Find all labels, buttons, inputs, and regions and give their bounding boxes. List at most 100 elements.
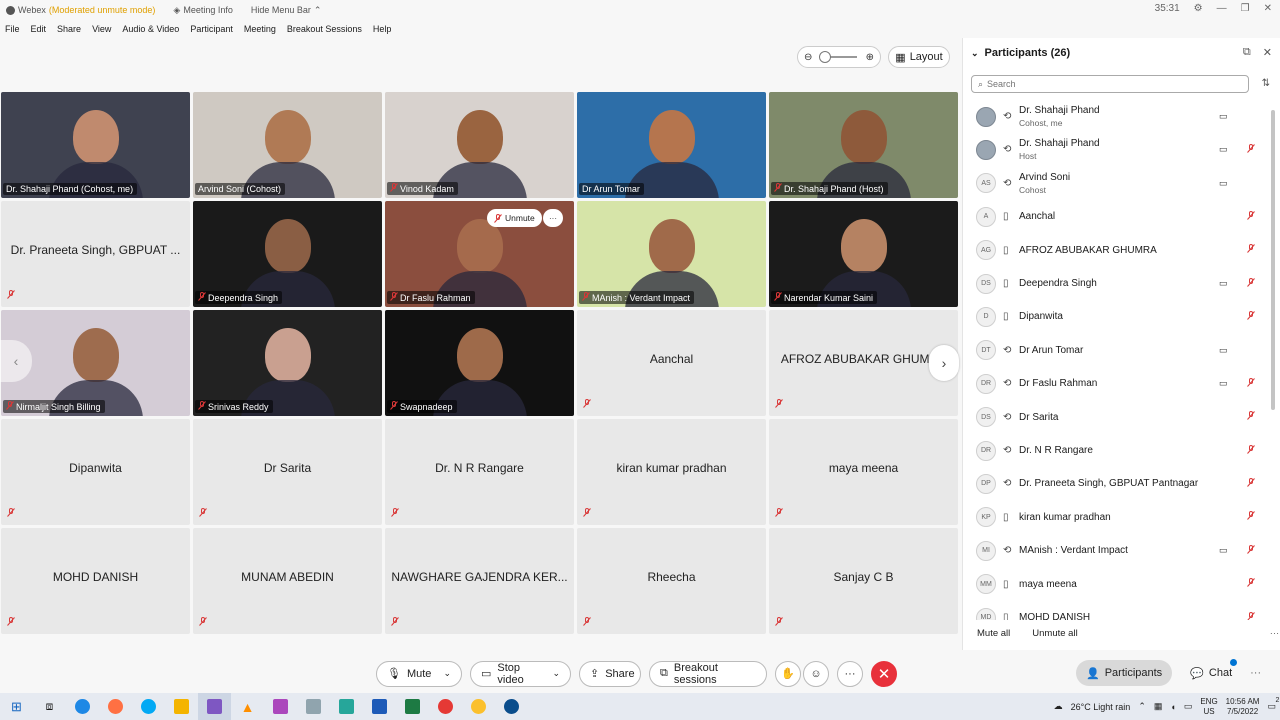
skype-icon[interactable] [132,693,165,720]
video-tile[interactable]: Dr. Praneeta Singh, GBPUAT ... [1,201,190,307]
weather-label[interactable]: 26°C Light rain [1071,702,1131,712]
video-tile[interactable]: maya meena [769,419,958,525]
muted-mic-icon[interactable] [1247,444,1255,457]
menu-audio-video[interactable]: Audio & Video [122,24,179,34]
video-tile[interactable]: Srinivas Reddy [193,310,382,416]
popout-icon[interactable]: ⧉ [1243,46,1251,59]
search-input[interactable] [987,79,1228,89]
edge-icon[interactable] [66,693,99,720]
menu-edit[interactable]: Edit [31,24,47,34]
hide-menu-bar-button[interactable]: Hide Menu Bar ⌃ [251,5,322,16]
maximize-icon[interactable]: ❐ [1241,3,1250,14]
meeting-info-button[interactable]: ◈ Meeting Info [173,5,232,16]
video-tile[interactable]: MOHD DANISH [1,528,190,634]
zoom-track[interactable] [819,51,857,63]
participant-row[interactable]: MI ⟲ MAnish : Verdant Impact ▭ [963,534,1269,567]
zoom-knob[interactable] [819,51,831,63]
participant-row[interactable]: DP ⟲ Dr. Praneeta Singh, GBPUAT Pantnagar [963,467,1269,500]
participants-header[interactable]: ⌄ Participants (26) [971,47,1070,59]
more-options-button[interactable]: ··· [837,660,863,687]
volume-icon[interactable]: ◖ [1170,702,1175,712]
muted-mic-icon[interactable] [1247,377,1255,390]
video-tile[interactable]: Rheecha [577,528,766,634]
participant-row[interactable]: A ▯ Aanchal [963,200,1269,233]
terminal-icon[interactable] [330,693,363,720]
scrollbar-thumb[interactable] [1271,110,1275,410]
notification-icon[interactable]: ▭ 2 [1267,697,1279,712]
video-tile[interactable]: MUNAM ABEDIN [193,528,382,634]
video-tile[interactable]: Sanjay C B [769,528,958,634]
muted-mic-icon[interactable] [1247,277,1255,290]
reactions-button[interactable]: ☺ [803,660,829,687]
participant-row[interactable]: DR ⟲ Dr. N R Rangare [963,434,1269,467]
participant-list-scrollbar[interactable] [1270,100,1276,620]
task-view-icon[interactable]: ⧈ [33,693,66,720]
zoom-out-icon[interactable]: ⊖ [804,52,812,63]
excel-icon[interactable] [396,693,429,720]
participant-row[interactable]: AS ⟲ Arvind Soni Cohost ▭ [963,167,1269,200]
muted-mic-icon[interactable] [1247,143,1255,156]
muted-mic-icon[interactable] [1247,544,1255,557]
webex-meetings-icon[interactable] [495,693,528,720]
muted-mic-icon[interactable] [1247,310,1255,323]
webex-taskbar-icon[interactable] [198,693,231,720]
participant-row[interactable]: DR ⟲ Dr Faslu Rahman ▭ [963,367,1269,400]
firefox-icon[interactable] [99,693,132,720]
menu-breakout-sessions[interactable]: Breakout Sessions [287,24,362,34]
video-tile[interactable]: Dr Sarita [193,419,382,525]
participant-row[interactable]: KP ▯ kiran kumar pradhan [963,501,1269,534]
zoom-slider[interactable]: ⊖ ⊕ [797,46,881,68]
chevron-down-icon[interactable]: ⌄ [443,668,451,679]
sort-icon[interactable]: ⇅ [1262,78,1270,89]
file-manager-icon[interactable] [165,693,198,720]
stop-video-button[interactable]: ▭ Stop video ⌄ [470,660,571,687]
chevron-down-icon[interactable]: ⌄ [552,668,560,679]
windows-start-icon[interactable]: ⊞ [0,693,33,720]
participant-row[interactable]: AG ▯ AFROZ ABUBAKAR GHUMRA [963,234,1269,267]
video-tile[interactable]: Dr. Shahaji Phand (Cohost, me) [1,92,190,198]
menu-meeting[interactable]: Meeting [244,24,276,34]
close-panel-icon[interactable]: ✕ [1263,46,1272,59]
muted-mic-icon[interactable] [1247,411,1255,423]
settings-icon[interactable]: ⚙ [1194,3,1203,14]
photos-icon[interactable] [297,693,330,720]
tile-more-button[interactable]: ··· [543,209,563,227]
vlc-icon[interactable]: ▲ [231,693,264,720]
video-tile[interactable]: Swapnadeep [385,310,574,416]
language-indicator[interactable]: ENG US [1200,697,1217,717]
participant-row[interactable]: ⟲ Dr. Shahaji Phand Cohost, me ▭ [963,100,1269,133]
participant-row[interactable]: D ▯ Dipanwita [963,300,1269,333]
participant-search[interactable]: ⌕ [971,75,1249,93]
participants-tab[interactable]: 👤 Participants [1076,660,1173,686]
raise-hand-button[interactable]: ✋ [775,660,801,687]
mute-all-button[interactable]: Mute all [977,628,1010,639]
network-icon[interactable]: ▦ [1154,701,1163,712]
muted-mic-icon[interactable] [1247,511,1255,523]
menu-view[interactable]: View [92,24,111,34]
unmute-participant-button[interactable]: Unmute [487,209,542,227]
participant-row[interactable]: DS ⟲ Dr Sarita [963,401,1269,434]
muted-mic-icon[interactable] [1247,244,1255,256]
video-tile[interactable]: Dr. N R Rangare [385,419,574,525]
unmute-all-button[interactable]: Unmute all [1032,628,1077,639]
word-icon[interactable] [363,693,396,720]
video-tile[interactable]: Dr Arun Tomar [577,92,766,198]
more-icon[interactable]: ··· [1270,628,1280,639]
menu-help[interactable]: Help [373,24,392,34]
chrome-icon[interactable] [429,693,462,720]
battery-icon[interactable]: ▭ [1184,701,1193,712]
more-icon[interactable]: ··· [1250,667,1261,679]
video-tile[interactable]: Aanchal [577,310,766,416]
muted-mic-icon[interactable] [1247,210,1255,223]
leave-meeting-button[interactable]: ✕ [871,660,897,687]
video-tile[interactable]: Arvind Soni (Cohost) [193,92,382,198]
participant-row[interactable]: DS ▯ Deependra Singh ▭ [963,267,1269,300]
next-page-button[interactable]: › [929,345,959,381]
chrome-profile-icon[interactable] [462,693,495,720]
video-tile[interactable]: Narendar Kumar Saini [769,201,958,307]
menu-share[interactable]: Share [57,24,81,34]
mute-button[interactable]: 🎙 Mute ⌄ [376,660,462,687]
clock[interactable]: 10:56 AM 7/5/2022 [1226,697,1260,717]
video-tile[interactable]: Dr. Shahaji Phand (Host) [769,92,958,198]
paint-icon[interactable] [264,693,297,720]
